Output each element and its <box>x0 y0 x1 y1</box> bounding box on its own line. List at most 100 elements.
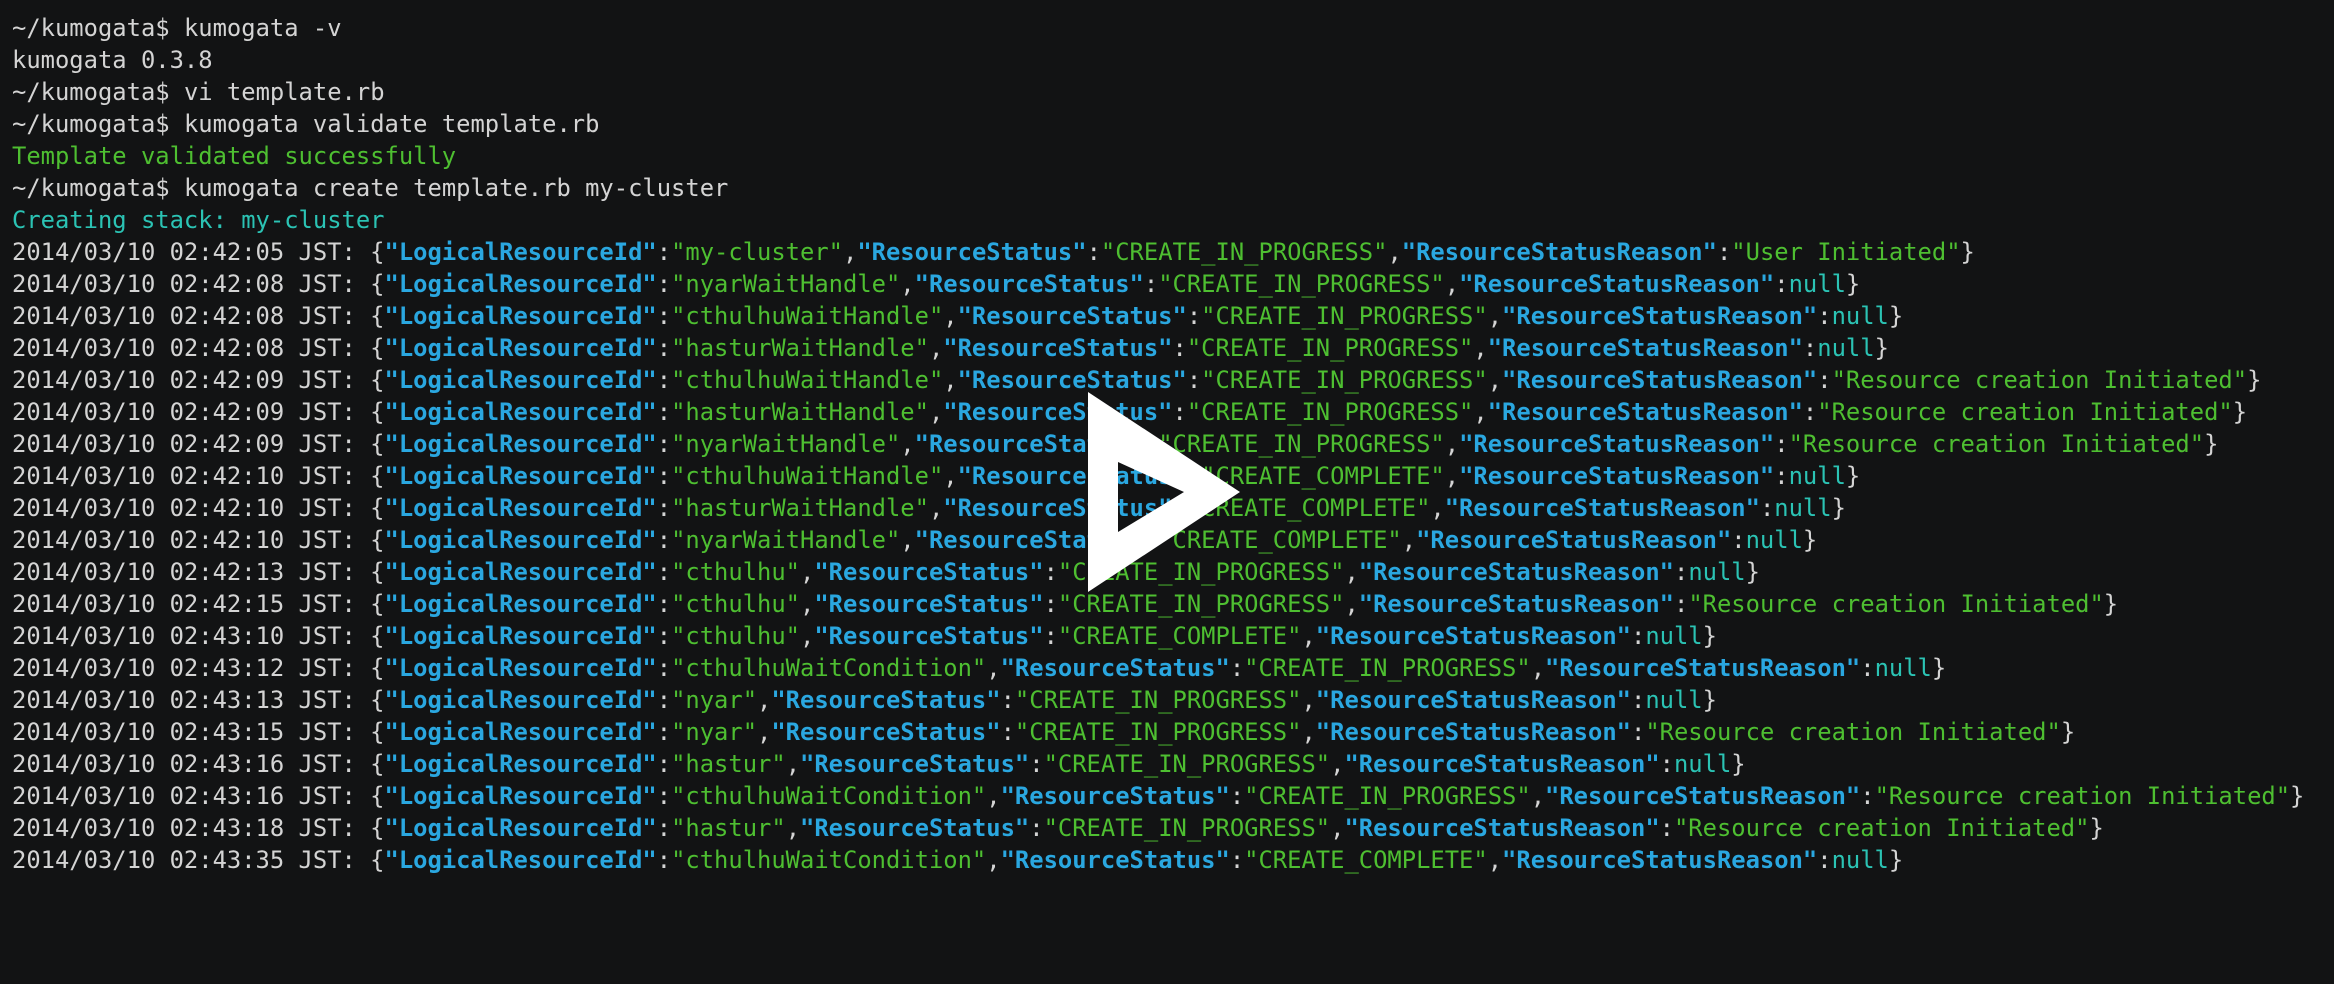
punctuation: , <box>800 590 815 618</box>
terminal-window[interactable]: ~/kumogata$ kumogata -v kumogata 0.3.8 ~/k… <box>0 0 2334 984</box>
shell-command: kumogata validate template.rb <box>183 110 600 138</box>
punctuation: } <box>1702 686 1717 714</box>
punctuation <box>170 110 184 138</box>
logical-resource-id: "hastur" <box>671 750 786 778</box>
punctuation: } <box>1845 270 1861 298</box>
key-resource-status-reason: "ResourceStatusReason" <box>1416 526 1732 554</box>
resource-status-reason: null <box>1874 654 1932 682</box>
punctuation: , <box>1530 654 1546 682</box>
key-resource-status-reason: "ResourceStatusReason" <box>1487 398 1803 426</box>
stack-event-line: 2014/03/10 02:42:08 JST: {"LogicalResour… <box>12 268 2334 300</box>
resource-status-reason: "Resource creation Initiated" <box>1688 590 2104 618</box>
shell-command: kumogata -v <box>183 14 342 42</box>
stack-event-line: 2014/03/10 02:43:12 JST: {"LogicalResour… <box>12 652 2334 684</box>
punctuation: : <box>1086 238 1101 266</box>
punctuation: , <box>1487 366 1503 394</box>
resource-status-reason: null <box>1788 462 1846 490</box>
punctuation: { <box>355 814 385 842</box>
key-resource-status-reason: "ResourceStatusReason" <box>1358 558 1674 586</box>
event-timestamp: 2014/03/10 02:43:18 JST: <box>12 814 356 842</box>
punctuation: , <box>943 366 958 394</box>
punctuation: , <box>986 846 1001 874</box>
punctuation: { <box>355 494 385 522</box>
event-timestamp: 2014/03/10 02:42:10 JST: <box>12 494 356 522</box>
punctuation: , <box>928 398 944 426</box>
punctuation: : <box>656 718 672 746</box>
punctuation: } <box>2103 590 2119 618</box>
key-resource-status-reason: "ResourceStatusReason" <box>1315 686 1631 714</box>
resource-status: "CREATE_IN_PROGRESS" <box>1201 302 1488 330</box>
key-logical-resource-id: "LogicalResourceId" <box>384 622 657 650</box>
punctuation: : <box>656 590 672 618</box>
key-resource-status: "ResourceStatus" <box>771 718 1001 746</box>
punctuation: , <box>1344 558 1359 586</box>
punctuation: , <box>1444 430 1460 458</box>
punctuation: : <box>1631 686 1646 714</box>
logical-resource-id: "cthulhu" <box>671 622 801 650</box>
logical-resource-id: "nyar" <box>671 686 758 714</box>
resource-status: "CREATE_COMPLETE" <box>1244 846 1488 874</box>
punctuation: : <box>656 238 672 266</box>
key-resource-status: "ResourceStatus" <box>957 366 1187 394</box>
resource-status-reason: null <box>1688 558 1746 586</box>
punctuation: , <box>1401 526 1417 554</box>
punctuation <box>170 78 184 106</box>
punctuation: : <box>1172 334 1187 362</box>
logical-resource-id: "hasturWaitHandle" <box>671 334 929 362</box>
punctuation: : <box>656 846 672 874</box>
shell-command: vi template.rb <box>183 78 385 106</box>
punctuation: , <box>928 334 944 362</box>
resource-status-reason: "Resource creation Initiated" <box>1831 366 2248 394</box>
punctuation: : <box>1000 718 1015 746</box>
resource-status: "CREATE_IN_PROGRESS" <box>1014 718 1302 746</box>
punctuation: , <box>843 238 858 266</box>
play-button[interactable] <box>1070 392 1260 592</box>
punctuation: , <box>1330 814 1345 842</box>
resource-status-reason: null <box>1788 270 1846 298</box>
punctuation: : <box>656 654 672 682</box>
logical-resource-id: "nyar" <box>671 718 758 746</box>
punctuation: : <box>656 750 672 778</box>
punctuation: } <box>1845 462 1861 490</box>
event-timestamp: 2014/03/10 02:43:12 JST: <box>12 654 356 682</box>
key-logical-resource-id: "LogicalResourceId" <box>384 270 657 298</box>
logical-resource-id: "cthulhuWaitCondition" <box>671 846 987 874</box>
punctuation: , <box>800 558 815 586</box>
punctuation: } <box>1702 622 1717 650</box>
key-resource-status: "ResourceStatus" <box>943 334 1173 362</box>
punctuation: : <box>1029 750 1044 778</box>
punctuation: : <box>656 686 672 714</box>
logical-resource-id: "cthulhuWaitHandle" <box>671 366 944 394</box>
punctuation: , <box>900 430 915 458</box>
key-logical-resource-id: "LogicalResourceId" <box>384 846 657 874</box>
key-logical-resource-id: "LogicalResourceId" <box>384 750 657 778</box>
resource-status-reason: null <box>1831 302 1889 330</box>
punctuation: , <box>900 526 915 554</box>
punctuation: , <box>1473 334 1488 362</box>
punctuation: , <box>1387 238 1402 266</box>
punctuation: , <box>900 270 915 298</box>
resource-status: "CREATE_COMPLETE" <box>1057 622 1302 650</box>
punctuation: { <box>355 462 385 490</box>
punctuation: : <box>1817 366 1832 394</box>
punctuation: } <box>2060 718 2076 746</box>
punctuation: } <box>1802 526 1818 554</box>
event-timestamp: 2014/03/10 02:43:10 JST: <box>12 622 356 650</box>
event-timestamp: 2014/03/10 02:42:09 JST: <box>12 366 356 394</box>
punctuation: } <box>1731 750 1746 778</box>
event-timestamp: 2014/03/10 02:42:15 JST: <box>12 590 356 618</box>
punctuation <box>170 174 184 202</box>
punctuation: } <box>2232 398 2248 426</box>
key-resource-status: "ResourceStatus" <box>814 622 1044 650</box>
punctuation: : <box>1631 718 1646 746</box>
key-resource-status-reason: "ResourceStatusReason" <box>1344 814 1660 842</box>
punctuation: : <box>656 462 672 490</box>
punctuation: } <box>2089 814 2104 842</box>
punctuation: : <box>1000 686 1015 714</box>
event-timestamp: 2014/03/10 02:42:13 JST: <box>12 558 356 586</box>
punctuation: : <box>1860 782 1875 810</box>
punctuation: } <box>1888 846 1904 874</box>
resource-status: "CREATE_IN_PROGRESS" <box>1186 334 1474 362</box>
resource-status: "CREATE_IN_PROGRESS" <box>1244 654 1531 682</box>
key-logical-resource-id: "LogicalResourceId" <box>384 366 657 394</box>
